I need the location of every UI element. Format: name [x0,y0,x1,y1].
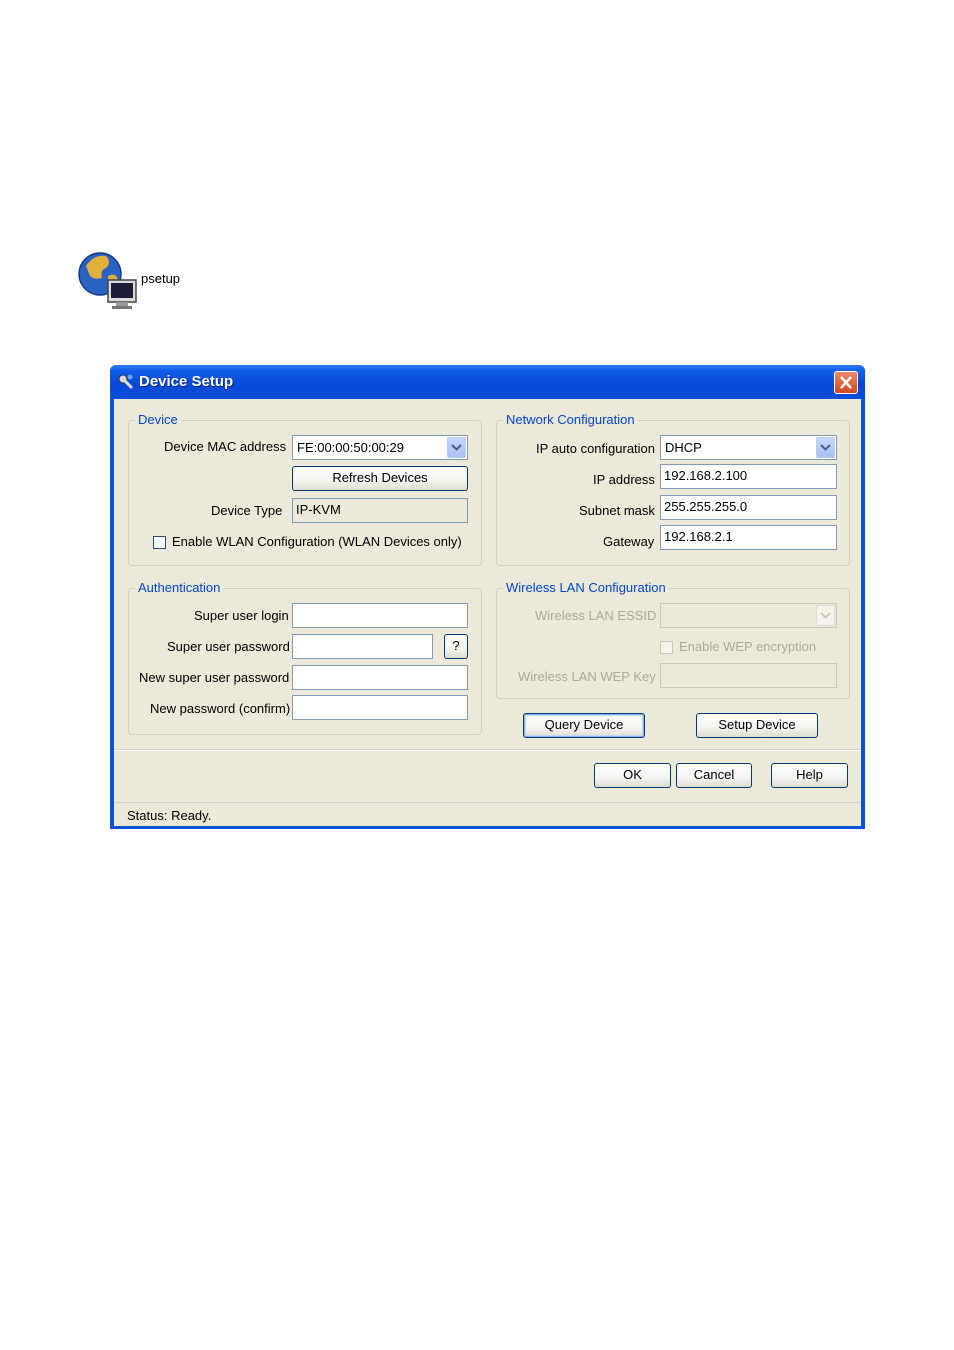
new-password-label: New super user password [139,670,290,685]
ip-auto-config-value: DHCP [665,440,702,455]
chevron-down-icon [820,612,831,619]
wlan-essid-label: Wireless LAN ESSID [535,608,657,623]
refresh-devices-button[interactable]: Refresh Devices [292,466,468,491]
status-bar: Status: Ready. [114,802,861,826]
divider [114,749,861,751]
mac-address-label: Device MAC address [164,439,287,454]
subnet-mask-label: Subnet mask [579,503,655,518]
confirm-password-label: New password (confirm) [150,701,291,716]
super-user-login-label: Super user login [194,608,289,623]
chevron-down-icon [451,444,462,451]
network-tool-icon [118,374,134,390]
window-title: Device Setup [139,373,234,390]
wep-key-input [660,663,837,688]
gateway-input[interactable]: 192.168.2.1 [660,525,837,550]
ip-auto-config-select[interactable]: DHCP [660,435,837,460]
wlan-essid-select [660,603,837,628]
wlan-config-checkbox[interactable] [153,536,166,549]
close-icon [840,376,852,389]
mac-address-select[interactable]: FE:00:00:50:00:29 [292,435,468,460]
wep-encryption-checkbox [660,641,673,654]
device-type-field: IP-KVM [292,498,468,523]
gateway-label: Gateway [603,534,655,549]
new-password-input[interactable] [292,665,468,690]
help-button[interactable]: Help [771,763,848,788]
super-user-password-input[interactable] [292,634,433,659]
network-config-legend: Network Configuration [503,412,638,427]
authentication-legend: Authentication [135,580,224,595]
close-button[interactable] [834,371,858,394]
dialog-client-area: Device Device MAC address FE:00:00:50:00… [114,399,861,825]
desktop-icon-label[interactable]: psetup [141,271,180,286]
chevron-down-icon [820,444,831,451]
ok-button[interactable]: OK [594,763,671,788]
device-type-label: Device Type [211,503,283,518]
wlan-config-label[interactable]: Enable WLAN Configuration (WLAN Devices … [172,534,462,549]
wep-key-label: Wireless LAN WEP Key [518,669,656,684]
mac-address-value: FE:00:00:50:00:29 [297,440,404,455]
device-setup-window: Device Setup Device Device MAC address F… [110,365,865,829]
mac-dropdown-button[interactable] [447,437,466,458]
title-bar[interactable]: Device Setup [110,365,865,399]
status-text: Status: Ready. [127,808,212,823]
ip-address-label: IP address [593,472,655,487]
wep-encryption-label: Enable WEP encryption [679,639,817,654]
essid-dropdown-button [816,605,835,626]
wireless-lan-legend: Wireless LAN Configuration [503,580,669,595]
setup-device-button[interactable]: Setup Device [696,713,818,738]
super-user-login-input[interactable] [292,603,468,628]
ip-auto-dropdown-button[interactable] [816,437,835,458]
ip-auto-config-label: IP auto configuration [536,441,656,456]
super-user-password-label: Super user password [167,639,290,654]
subnet-mask-input[interactable]: 255.255.255.0 [660,495,837,520]
cancel-button[interactable]: Cancel [676,763,752,788]
query-device-button[interactable]: Query Device [523,713,645,738]
password-help-button[interactable]: ? [444,634,468,659]
ip-address-input[interactable]: 192.168.2.100 [660,464,837,489]
globe-computer-icon[interactable] [78,250,140,312]
confirm-password-input[interactable] [292,695,468,720]
device-group-legend: Device [135,412,181,427]
